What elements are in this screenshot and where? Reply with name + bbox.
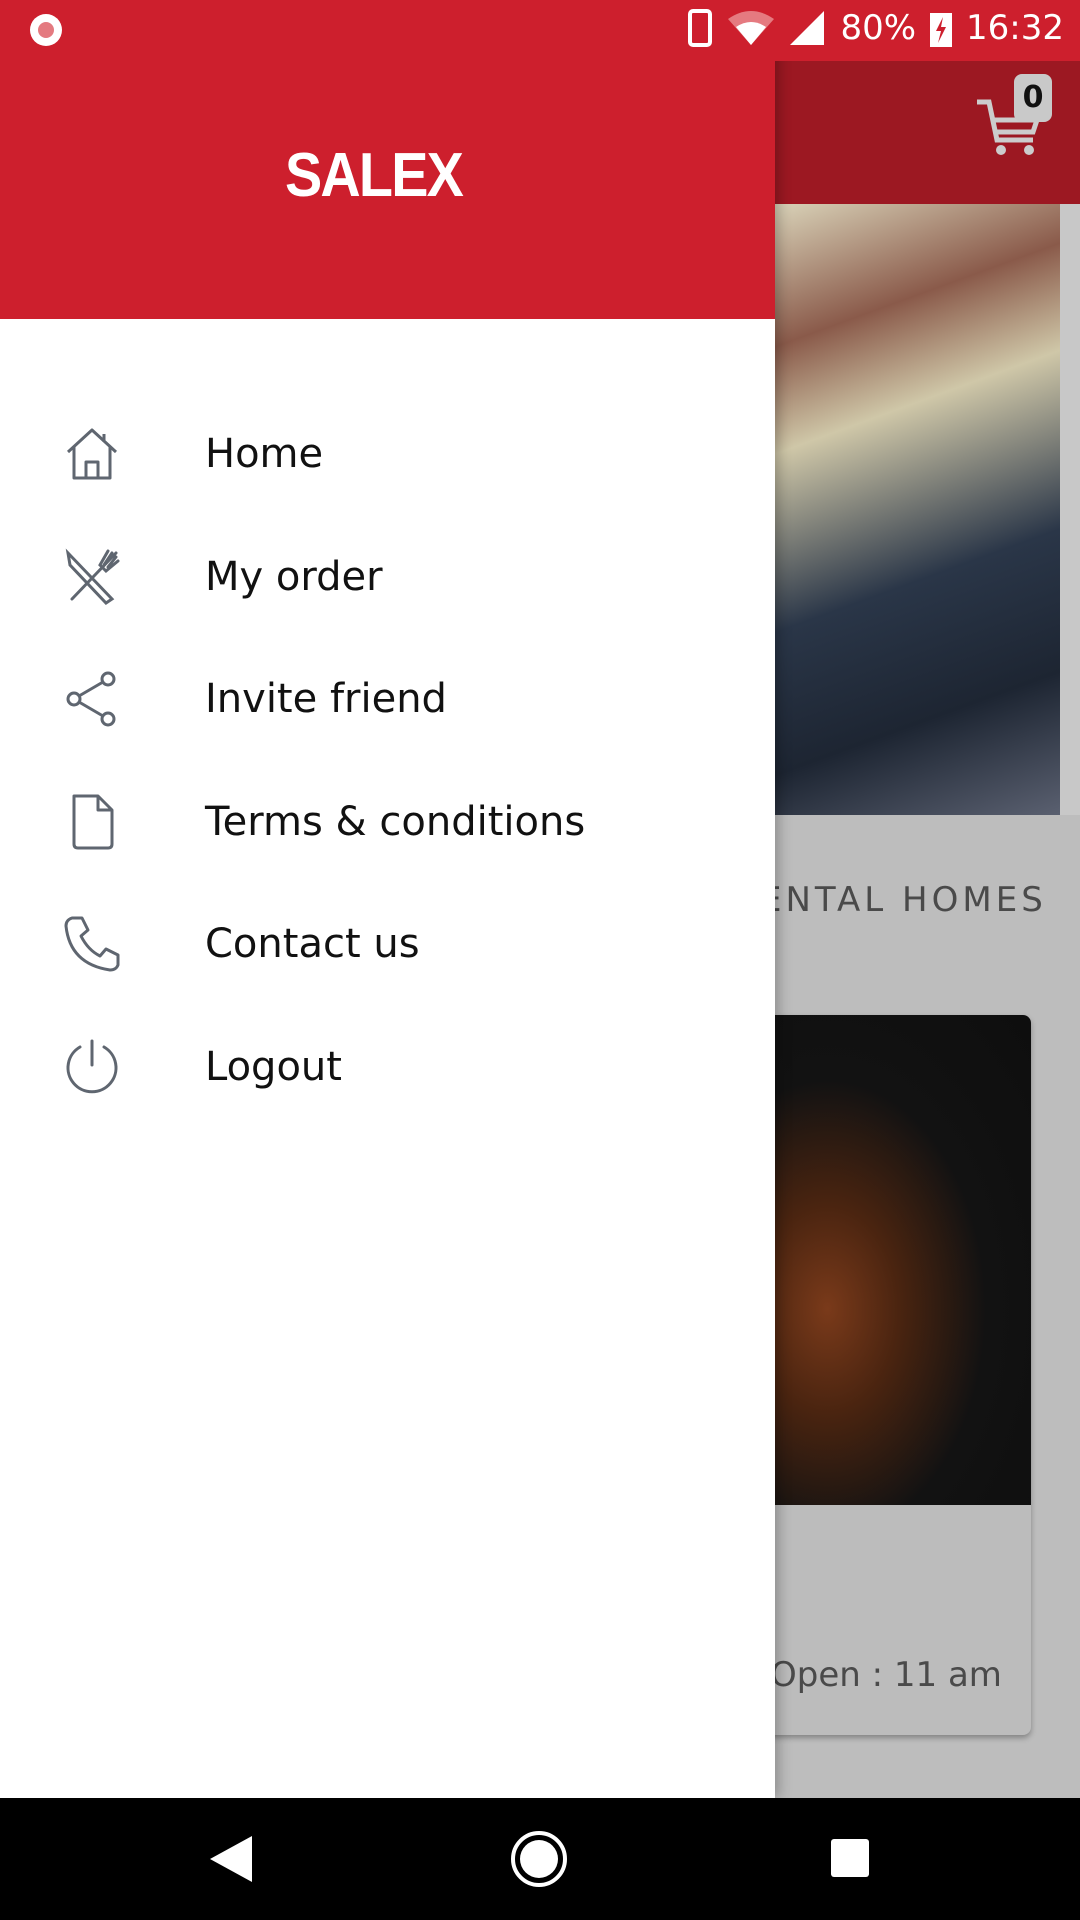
menu-label: Logout [205, 1043, 342, 1090]
system-nav-bar [0, 1798, 1080, 1920]
battery-charging-icon [930, 13, 953, 47]
menu-item-invite-friend[interactable]: Invite friend [0, 638, 775, 761]
home-icon [66, 428, 118, 480]
clock: 16:32 [966, 8, 1064, 48]
record-icon [30, 14, 62, 46]
menu-label: Terms & conditions [205, 798, 586, 845]
banner-image [775, 204, 1060, 815]
cart-count-badge: 0 [1014, 74, 1052, 122]
back-icon[interactable] [208, 1834, 254, 1884]
phone-icon [64, 916, 120, 972]
menu-label: Invite friend [205, 676, 447, 723]
battery-level: 80% [840, 8, 917, 48]
menu-item-home[interactable]: Home [0, 393, 775, 516]
menu-item-contact-us[interactable]: Contact us [0, 883, 775, 1006]
status-bar: 80% 16:32 [0, 0, 1080, 61]
wifi-icon [728, 11, 775, 45]
menu-item-my-order[interactable]: My order [0, 516, 775, 639]
fork-knife-icon [65, 548, 120, 605]
share-icon [66, 671, 116, 727]
drawer-menu: Home My order Invite friend Terms & cond… [0, 393, 775, 1128]
menu-item-terms[interactable]: Terms & conditions [0, 761, 775, 884]
menu-item-logout[interactable]: Logout [0, 1006, 775, 1129]
menu-label: My order [205, 553, 383, 600]
home-button-icon[interactable] [510, 1830, 568, 1888]
power-icon [66, 1039, 118, 1093]
salex-logo: SALEX [285, 141, 464, 210]
menu-label: Home [205, 431, 324, 478]
recents-icon[interactable] [830, 1838, 870, 1878]
restaurant-image [740, 1015, 1031, 1505]
scrollbar [1060, 204, 1080, 815]
menu-label: Contact us [205, 921, 420, 968]
section-heading: ENTAL HOMES [760, 880, 1047, 920]
restaurant-card[interactable]: Open : 11 am [740, 1015, 1031, 1735]
document-icon [72, 794, 114, 850]
phone-icon [688, 9, 713, 47]
signal-icon [790, 11, 825, 45]
navigation-drawer: SALEX Home My order Invite friend Terms … [0, 0, 775, 1798]
opening-time: Open : 11 am [770, 1655, 1002, 1695]
